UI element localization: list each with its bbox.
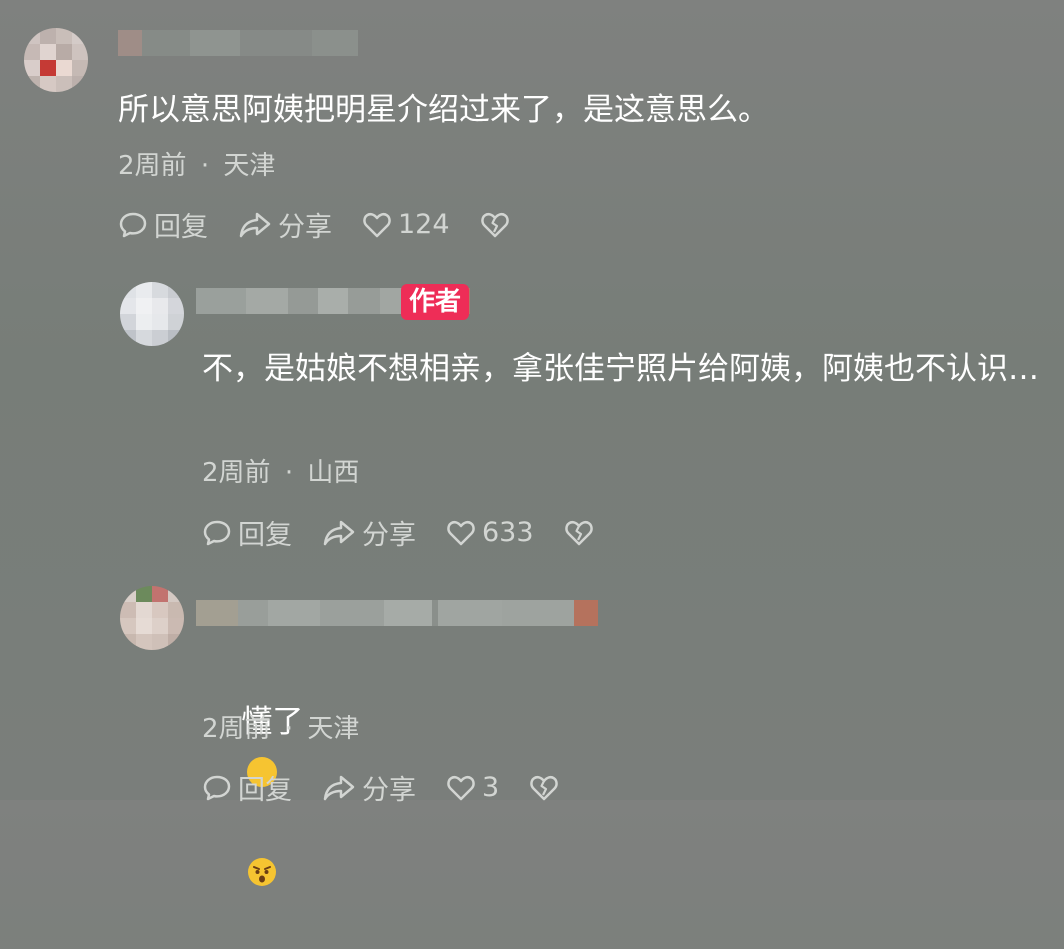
- meta-separator: ·: [284, 714, 294, 744]
- reply-button[interactable]: 回复: [202, 768, 292, 807]
- comment-time: 2周前: [202, 714, 271, 744]
- comment-location: 天津: [307, 714, 360, 744]
- like-count: 3: [482, 772, 500, 803]
- dislike-button[interactable]: [529, 773, 565, 803]
- broken-heart-icon: [530, 775, 558, 800]
- share-arrow-icon: [323, 775, 355, 800]
- share-button[interactable]: 分享: [322, 768, 416, 807]
- comment-3: 懂了 2周前 · 天津 回复 分享 3: [0, 0, 1064, 886]
- comment-actions: 回复 分享 3: [202, 768, 595, 807]
- username-blurred[interactable]: [196, 600, 598, 626]
- share-label: 分享: [362, 775, 416, 806]
- like-button[interactable]: 3: [446, 772, 499, 803]
- heart-icon: [447, 775, 475, 800]
- avatar[interactable]: [120, 586, 184, 650]
- comment-meta: 2周前 · 天津: [202, 708, 359, 745]
- reply-label: 回复: [238, 775, 292, 806]
- comment-bubble-icon: [203, 775, 231, 800]
- astonished-face-icon: [248, 857, 277, 886]
- comment-text: 懂了: [202, 650, 303, 886]
